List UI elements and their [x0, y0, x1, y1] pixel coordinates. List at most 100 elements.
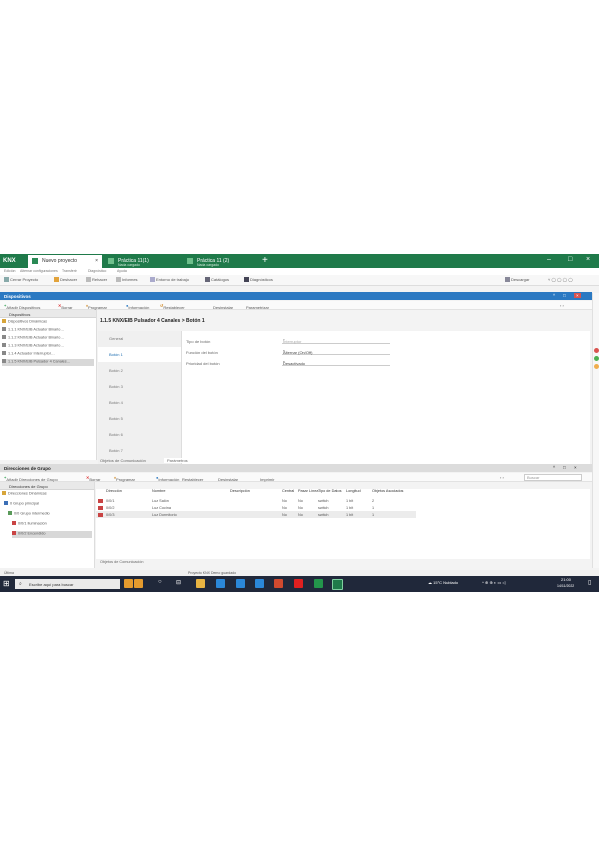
status-dot-icon[interactable] [594, 356, 599, 361]
group-node-middle[interactable]: 0/0 Grupo intermedio [8, 511, 92, 518]
clock-time[interactable]: 21:00 [561, 577, 571, 582]
panel-collapse-icon[interactable]: ^ [553, 293, 555, 298]
start-icon[interactable]: ⊞ [3, 579, 10, 588]
add-group-address-button[interactable]: + Añadir Direcciones de Grupo [4, 475, 58, 482]
devices-panel-header[interactable]: Dispositivos ^ □ × [0, 292, 592, 300]
group-search-input[interactable]: Buscar [524, 474, 582, 481]
notifications-icon[interactable]: ▯ [588, 579, 591, 586]
group-node-dynamic[interactable]: Direcciones Dinámicas [2, 491, 92, 498]
section-boton-4[interactable]: Botón 4 [98, 395, 181, 410]
section-boton-7[interactable]: Botón 7 [98, 443, 181, 458]
tree-node-dynamic[interactable]: Dispositivos Dinámicas [2, 319, 94, 326]
col-central[interactable]: Central [282, 489, 294, 496]
info-button[interactable]: ● Información [126, 303, 149, 310]
diagnostics-button[interactable]: Diagnósticos [244, 277, 273, 283]
group-node-address-1[interactable]: 0/0/1 Iluminación [12, 521, 92, 528]
param-funcion-select[interactable]: Alternar (On/Off) ▾ [282, 348, 390, 355]
clock-date[interactable]: 14/11/2022 [557, 584, 574, 588]
tree-node-device-2[interactable]: 1.1.2 KNX/EIB Actuator Binario… [2, 335, 94, 342]
col-nombre[interactable]: Nombre [152, 489, 166, 496]
close-tab-icon[interactable]: × [95, 258, 98, 264]
nav-arrows[interactable]: ‹ › [560, 303, 564, 308]
info-group-button[interactable]: ● Información [156, 475, 179, 482]
panel-collapse-icon[interactable]: ^ [553, 465, 555, 470]
group-footer-tab[interactable]: Objetos de Comunicación [100, 560, 143, 564]
undo-button[interactable]: Deshacer [54, 277, 77, 283]
col-longitud[interactable]: Longitud [346, 489, 361, 496]
tab-practica-2[interactable]: Práctica 11 (2) Nada cargado [183, 255, 259, 268]
program-button[interactable]: ♦ Programar [86, 303, 107, 310]
param-prioridad-select[interactable]: Desactivado ▾ [282, 359, 390, 366]
param-tipo-select[interactable]: Interruptor ▾ [282, 337, 390, 344]
widgets-icon[interactable]: ⊟ [176, 579, 181, 586]
menu-transferir[interactable]: Transferir [62, 269, 77, 273]
workspace-button[interactable]: Entorno de trabajo [150, 277, 189, 283]
weather-widget[interactable]: ☁ 15°C Nublado [428, 580, 458, 585]
delete-group-button[interactable]: ✕ Borrar [86, 475, 100, 482]
mail-icon[interactable] [255, 579, 264, 588]
office-icon[interactable] [274, 579, 283, 588]
section-general[interactable]: General [98, 331, 181, 346]
tree-node-device-3[interactable]: 1.1.3 KNX/EIB Actuator Binario… [2, 343, 94, 350]
store-icon[interactable] [236, 579, 245, 588]
col-descripcion[interactable]: Descripción [230, 489, 250, 496]
tree-node-device-4[interactable]: 1.1.4 Actuador Interruptor… [2, 351, 94, 358]
tray-icons[interactable]: ^ ⊕ ⊕ ◐ ▭ ◁ [482, 580, 505, 585]
panel-close-icon[interactable]: × [574, 465, 577, 470]
close-window-button[interactable]: × [586, 256, 590, 263]
group-node-address-2[interactable]: 0/0/2 Encendido [12, 531, 92, 538]
program-group-button[interactable]: ♦ Programar [114, 475, 135, 482]
excel-icon[interactable] [314, 579, 323, 588]
edge-icon[interactable] [216, 579, 225, 588]
toolbar-extra-icons[interactable]: ˅ ◯ ◯ ◯ ◯ [548, 277, 573, 283]
section-boton-6[interactable]: Botón 6 [98, 427, 181, 442]
col-tipo-datos[interactable]: Tipo de Datos [318, 489, 342, 496]
group-node-main[interactable]: 0 Grupo principal [4, 501, 92, 508]
group-panel-header[interactable]: Direcciones de Grupo ^ □ × [0, 464, 592, 472]
col-pasar-linea[interactable]: Pasar Línea [298, 489, 318, 496]
youtube-icon[interactable] [294, 579, 303, 588]
group-tree-header[interactable]: Direcciones de Grupo [0, 482, 94, 490]
col-direccion[interactable]: Dirección [106, 489, 122, 496]
section-boton-5[interactable]: Botón 5 [98, 411, 181, 426]
panel-close-icon[interactable]: × [574, 293, 581, 298]
taskbar-search-input[interactable]: ⌕ Escribe aquí para buscar [15, 579, 120, 589]
status-dot-icon[interactable] [594, 348, 599, 353]
panel-restore-icon[interactable]: □ [563, 293, 566, 298]
section-boton-3[interactable]: Botón 3 [98, 379, 181, 394]
tree-node-device-5[interactable]: 1.1.5 KNX/EIB Pulsador 4 Canales… [2, 359, 94, 366]
ets-app-icon[interactable] [332, 579, 343, 590]
tree-node-device-1[interactable]: 1.1.1 KNX/EIB Actuator Binario… [2, 327, 94, 334]
tab-objetos-comunicacion[interactable]: Objetos de Comunicación [100, 458, 146, 463]
delete-device-button[interactable]: ✕ Borrar [58, 303, 72, 310]
redo-button[interactable]: Rehacer [86, 277, 107, 283]
close-project-button[interactable]: Cerrar Proyecto [4, 277, 38, 283]
menu-alternar[interactable]: Alternar configuraciones [20, 269, 58, 273]
panel-restore-icon[interactable]: □ [563, 465, 566, 470]
new-tab-button[interactable]: + [262, 255, 268, 267]
tab-parametros[interactable]: Parámetros [164, 458, 191, 463]
reports-button[interactable]: Informes [116, 277, 138, 283]
menu-diagnostico[interactable]: Diagnóstico [88, 269, 106, 273]
devices-tree-header[interactable]: Dispositivos [0, 310, 96, 318]
app-photo-icon[interactable] [134, 579, 143, 588]
menu-edicion[interactable]: Edición [4, 269, 15, 273]
reset-button[interactable]: ↺ Restablecer [160, 303, 185, 310]
maximize-button[interactable]: □ [568, 256, 572, 263]
table-row[interactable]: 0/0/2 Luz Cocina No No switch 1 bit 1 [96, 504, 416, 511]
table-row[interactable]: 0/0/1 Luz Salón No No switch 1 bit 2 [96, 497, 416, 504]
tab-nuevo-proyecto[interactable]: Nuevo proyecto × [28, 255, 102, 268]
section-boton-2[interactable]: Botón 2 [98, 363, 181, 378]
menu-ayuda[interactable]: Ayuda [117, 269, 127, 273]
task-view-icon[interactable]: ○ [158, 579, 162, 585]
minimize-button[interactable]: – [547, 256, 551, 263]
section-boton-1[interactable]: Botón 1 [98, 347, 181, 362]
tab-practica-1[interactable]: Práctica 11(1) Nada cargado [104, 255, 179, 268]
file-explorer-icon[interactable] [196, 579, 205, 588]
col-objetos[interactable]: Objetos Asociados [372, 489, 403, 496]
status-dot-icon[interactable] [594, 364, 599, 369]
download-button[interactable]: Descargar [505, 277, 529, 283]
app-photo-icon[interactable] [124, 579, 133, 588]
catalogs-button[interactable]: Catálogos [205, 277, 229, 283]
add-devices-button[interactable]: + Añadir Dispositivos [4, 303, 40, 310]
